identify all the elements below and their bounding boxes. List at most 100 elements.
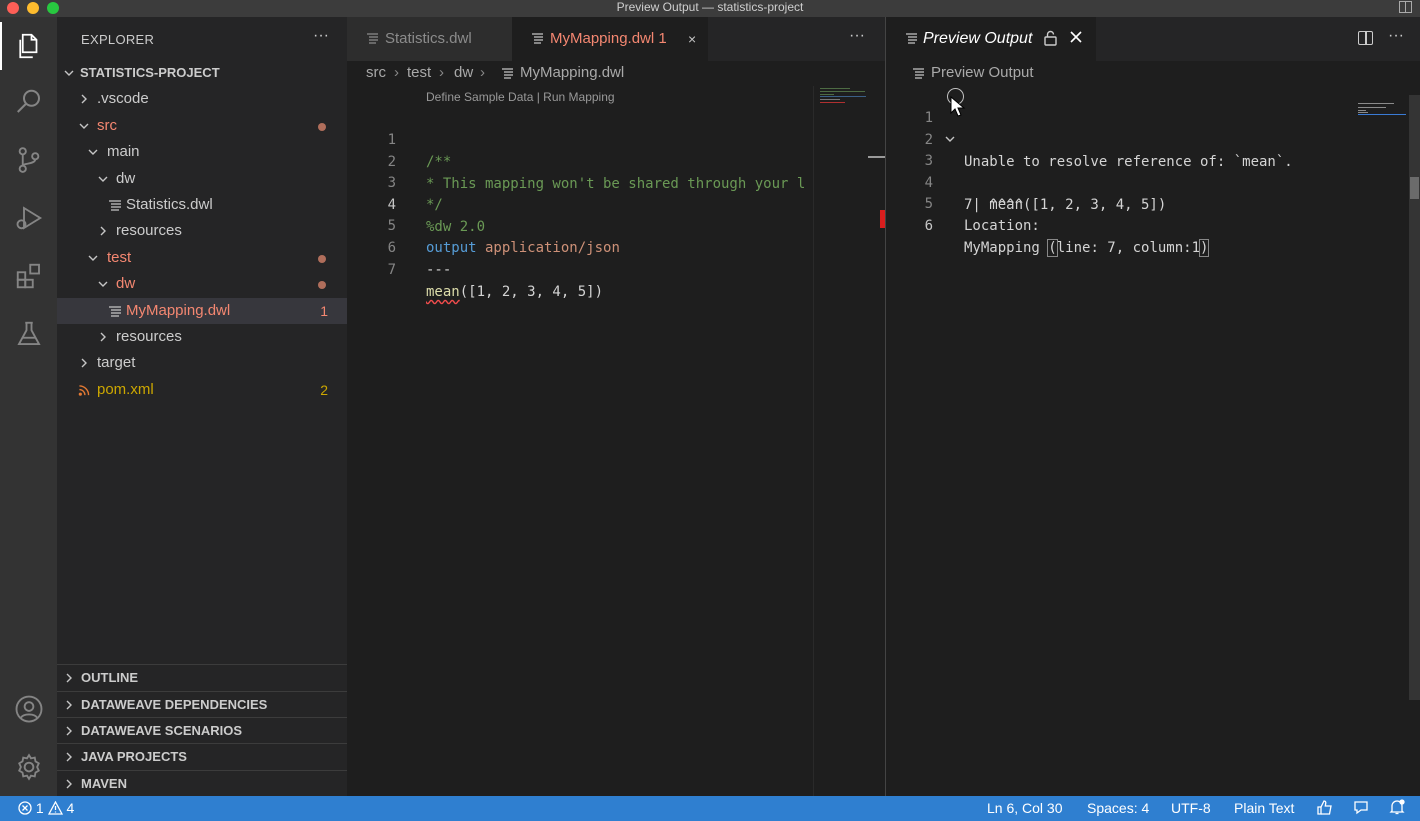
tree-item-label: Statistics.dwl (126, 196, 213, 213)
search-button[interactable] (0, 78, 57, 126)
explorer-icon (18, 33, 37, 59)
tree-item-test-resources[interactable]: resources (57, 324, 347, 350)
tree-item-target[interactable]: target (57, 350, 347, 376)
cursor-position-status[interactable]: Ln 6, Col 30 (987, 796, 1063, 821)
chevron-right-icon (66, 752, 72, 762)
chevron-right-icon (66, 726, 72, 736)
code-line: 4 %dw 2.0 (348, 172, 812, 235)
chevron-down-icon (63, 60, 77, 86)
section-label: JAVA PROJECTS (81, 749, 187, 764)
section-java-projects[interactable]: JAVA PROJECTS (57, 743, 347, 769)
tree-item-main[interactable]: main (57, 139, 347, 165)
line-number: 7 (387, 262, 396, 278)
tree-item-label: resources (116, 222, 182, 239)
preview-more-actions-button[interactable]: ··· (1388, 27, 1404, 45)
testing-button[interactable] (0, 310, 57, 358)
tree-item-main-resources[interactable]: resources (57, 218, 347, 244)
minimap[interactable] (1356, 85, 1408, 796)
tab-mymapping-dwl[interactable]: MyMapping.dwl 1 × (512, 17, 708, 61)
search-icon (16, 89, 40, 113)
account-button[interactable] (0, 685, 57, 733)
encoding-status[interactable]: UTF-8 (1171, 796, 1211, 821)
matched-bracket: ) (1198, 239, 1210, 257)
tree-item-test[interactable]: test (57, 245, 347, 271)
matched-bracket: ( (1047, 239, 1058, 257)
tree-item-mymapping-dwl[interactable]: MyMapping.dwl 1 (57, 298, 347, 324)
tab-preview-output[interactable]: Preview Output (886, 17, 1096, 61)
chevron-right-icon (66, 779, 72, 789)
code-editor[interactable]: 1 /** 2 * This mapping won't be shared t… (348, 107, 812, 796)
lock-icon[interactable] (1044, 30, 1057, 46)
file-lines-icon (906, 33, 917, 44)
modified-dot (318, 255, 326, 263)
run-debug-button[interactable] (0, 194, 57, 242)
bell-icon (1389, 799, 1405, 815)
breadcrumb-item[interactable]: dw (454, 62, 473, 84)
tree-item-vscode[interactable]: .vscode (57, 86, 347, 112)
error-icon (18, 801, 32, 815)
chevron-down-icon (97, 166, 111, 192)
tree-item-label: STATISTICS-PROJECT (80, 65, 220, 80)
scrollbar-thumb[interactable] (1410, 177, 1419, 199)
chevron-down-icon (87, 245, 101, 271)
extensions-button[interactable] (0, 252, 57, 300)
tree-item-test-dw[interactable]: dw (57, 271, 347, 297)
file-lines-icon (502, 68, 513, 79)
tree-item-label: target (97, 354, 136, 371)
tree-item-pom-xml[interactable]: pom.xml 2 (57, 377, 347, 403)
explorer-sidebar: EXPLORER ··· STATISTICS-PROJECT .vscode … (57, 17, 347, 796)
explorer-more-actions-button[interactable]: ··· (313, 27, 329, 45)
tree-item-label: test (107, 249, 132, 266)
breadcrumb-item[interactable]: MyMapping.dwl (520, 62, 624, 84)
live-share-button[interactable] (1353, 796, 1369, 821)
file-lines-icon (109, 200, 121, 211)
location-name: MyMapping (964, 240, 1049, 256)
indentation-status[interactable]: Spaces: 4 (1087, 796, 1149, 821)
breadcrumb-item[interactable]: Preview Output (931, 62, 1034, 84)
section-dataweave-scenarios[interactable]: DATAWEAVE SCENARIOS (57, 717, 347, 743)
breadcrumb-item[interactable]: test (407, 62, 431, 84)
section-maven[interactable]: MAVEN (57, 770, 347, 796)
breadcrumb-item[interactable]: src (366, 62, 386, 84)
feedback-button[interactable] (1317, 796, 1333, 821)
tree-item-label: MyMapping.dwl (126, 302, 231, 319)
problems-status[interactable]: 1 4 (18, 796, 74, 821)
preview-output-text[interactable]: 1 Unable to resolve reference of: `mean`… (886, 85, 1356, 785)
language-mode-status[interactable]: Plain Text (1234, 796, 1294, 821)
editor-scrollbar[interactable] (868, 86, 885, 796)
file-lines-icon (367, 33, 378, 44)
section-outline[interactable]: OUTLINE (57, 664, 347, 690)
mouse-pointer-icon (950, 96, 966, 117)
tree-item-label: .vscode (97, 90, 149, 107)
codelens-actions[interactable]: Define Sample Data | Run Mapping (426, 90, 615, 104)
minimap[interactable] (813, 86, 868, 796)
close-tab-button[interactable]: × (688, 17, 696, 61)
tree-item-src[interactable]: src (57, 113, 347, 139)
explorer-button[interactable] (0, 22, 57, 70)
code-line: 2 * This mapping won't be shared through… (348, 129, 812, 192)
account-icon (15, 695, 42, 723)
warning-count: 4 (66, 800, 75, 816)
close-icon[interactable] (1070, 31, 1082, 43)
code-line: 3 */ (348, 150, 812, 213)
notifications-button[interactable] (1389, 796, 1405, 821)
source-control-button[interactable] (0, 136, 57, 184)
modified-dot (318, 281, 326, 289)
editor-more-actions-button[interactable]: ··· (849, 27, 865, 45)
file-lines-icon (109, 306, 121, 317)
code-line: 5 Location: (886, 171, 1356, 234)
tree-item-project-root[interactable]: STATISTICS-PROJECT (57, 60, 347, 86)
chevron-down-icon[interactable] (944, 133, 956, 145)
layout-icon[interactable] (1399, 1, 1412, 13)
tab-statistics-dwl[interactable]: Statistics.dwl (347, 17, 512, 61)
tab-label: MyMapping.dwl 1 (550, 30, 667, 47)
tree-item-main-dw[interactable]: dw (57, 166, 347, 192)
split-editor-icon[interactable] (1358, 31, 1373, 45)
manage-button[interactable] (0, 743, 57, 791)
tree-item-statistics-dwl[interactable]: Statistics.dwl (57, 192, 347, 218)
chevron-right-icon (66, 673, 72, 683)
chevron-right-icon (66, 700, 72, 710)
preview-scrollbar[interactable] (1408, 85, 1420, 796)
section-dataweave-dependencies[interactable]: DATAWEAVE DEPENDENCIES (57, 691, 347, 717)
testing-icon (16, 321, 41, 345)
